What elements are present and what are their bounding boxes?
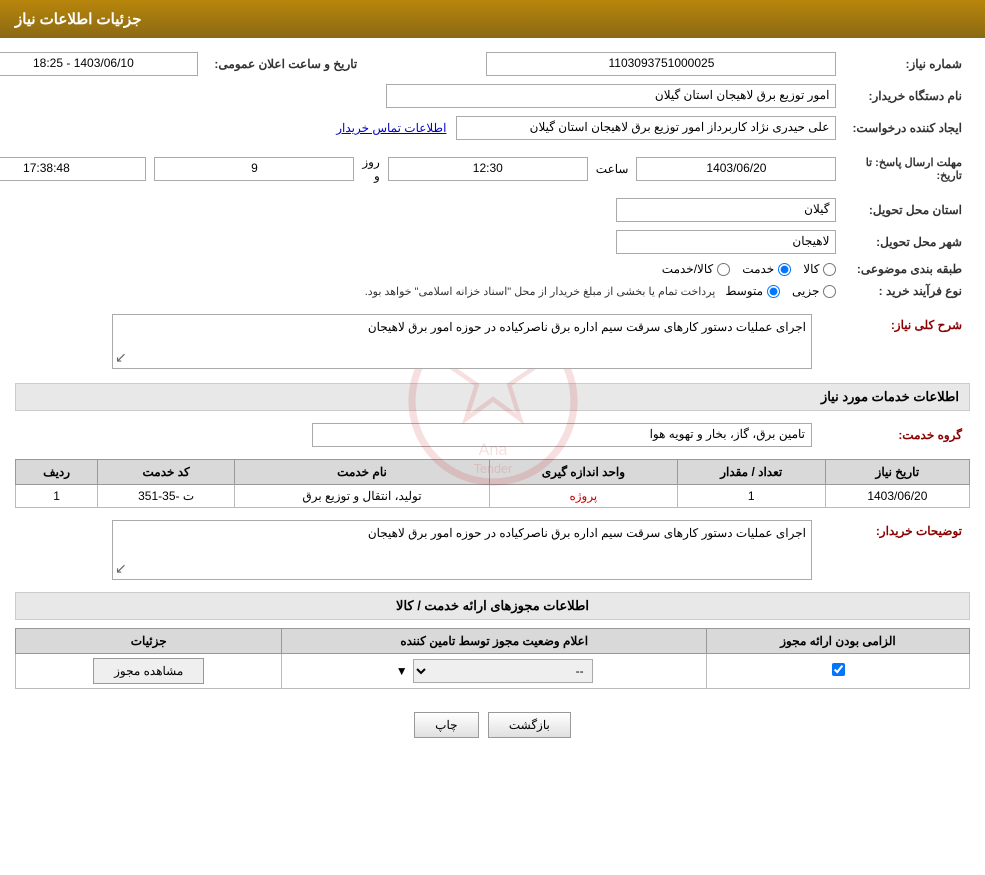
- radif-cell: 1: [16, 485, 98, 508]
- nooe-farayand-label: نوع فرآیند خرید :: [844, 280, 970, 302]
- permissions-row: -- ▼ مشاهده مجوز: [16, 654, 970, 689]
- services-table: تاریخ نیاز تعداد / مقدار واحد اندازه گیر…: [15, 459, 970, 508]
- shahr-label: شهر محل تحویل:: [844, 226, 970, 258]
- main-info-table: شماره نیاز: 1103093751000025 تاریخ و ساع…: [0, 48, 970, 302]
- shahr-value: لاهیجان: [616, 230, 836, 254]
- sharh-koli-label: شرح کلی نیاز:: [820, 310, 970, 373]
- col-joziyat: جزئیات: [16, 629, 282, 654]
- dropdown-arrow-icon: ▼: [396, 664, 408, 678]
- mohlat-rooz-value: 9: [154, 157, 354, 181]
- tabaqe-kala-khedmat-option[interactable]: کالا/خدمت: [662, 262, 730, 276]
- etelaat-tamas-link[interactable]: اطلاعات تماس خریدار: [336, 121, 446, 135]
- nooe-jozi-label: جزیی: [792, 284, 819, 298]
- joziyat-cell: مشاهده مجوز: [16, 654, 282, 689]
- tabaqe-kala-label: کالا: [803, 262, 819, 276]
- mohlat-rooz-label: روز و: [362, 155, 379, 183]
- nooe-jozi-radio[interactable]: [823, 285, 836, 298]
- table-row: 1403/06/20 1 پروژه تولید، انتقال و توزیع…: [16, 485, 970, 508]
- elam-cell: -- ▼: [282, 654, 707, 689]
- tarikh-value: 1403/06/10 - 18:25: [0, 52, 198, 76]
- tabaqe-khedmat-option[interactable]: خدمت: [742, 262, 791, 276]
- tozihat-value: اجرای عملیات دستور کارهای سرقت سیم اداره…: [112, 520, 812, 580]
- print-button[interactable]: چاپ: [414, 712, 478, 738]
- tabaqe-khedmat-label: خدمت: [742, 262, 774, 276]
- nooe-motavaset-label: متوسط: [725, 284, 763, 298]
- page-header: جزئیات اطلاعات نیاز: [0, 0, 985, 38]
- etelaat-khedamat-title: اطلاعات خدمات مورد نیاز: [15, 383, 970, 411]
- mojavez-section-title: اطلاعات مجوزهای ارائه خدمت / کالا: [15, 592, 970, 620]
- gorooh-khedmat-value: تامین برق، گاز، بخار و تهویه هوا: [312, 423, 812, 447]
- gorooh-khedmat-label: گروه خدمت:: [820, 419, 970, 451]
- tabaqe-kala-radio[interactable]: [823, 263, 836, 276]
- tabaqe-kala-khedmat-label: کالا/خدمت: [662, 262, 713, 276]
- elam-select[interactable]: --: [413, 659, 593, 683]
- ostan-value: گیلان: [616, 198, 836, 222]
- nooe-farayand-radio-group: جزیی متوسط: [725, 284, 836, 298]
- name-dastgah-label: نام دستگاه خریدار:: [844, 80, 970, 112]
- tabaqe-kala-option[interactable]: کالا: [803, 262, 836, 276]
- sharh-koli-value: اجرای عملیات دستور کارهای سرقت سیم اداره…: [112, 314, 812, 369]
- code-khedmat-cell: ت -35-351: [98, 485, 235, 508]
- col-name-khedmat: نام خدمت: [235, 460, 490, 485]
- header-title: جزئیات اطلاعات نیاز: [15, 11, 142, 28]
- col-tarikh: تاریخ نیاز: [825, 460, 969, 485]
- moshahedeh-mojavez-button[interactable]: مشاهده مجوز: [93, 658, 204, 684]
- name-khedmat-cell: تولید، انتقال و توزیع برق: [235, 485, 490, 508]
- tabaqe-radio-group: کالا خدمت کالا/خدمت: [0, 262, 836, 276]
- mohlat-time: 12:30: [388, 157, 588, 181]
- col-elam: اعلام وضعیت مجوز توسط تامین کننده: [282, 629, 707, 654]
- tozihat-label: توضیحات خریدار:: [820, 516, 970, 584]
- sharh-koli-table: شرح کلی نیاز: اجرای عملیات دستور کارهای …: [15, 310, 970, 373]
- vahed-cell: پروژه: [490, 485, 678, 508]
- tozihat-table: توضیحات خریدار: اجرای عملیات دستور کارها…: [15, 516, 970, 584]
- tarikh-label: تاریخ و ساعت اعلان عمومی:: [206, 48, 365, 80]
- back-button[interactable]: بازگشت: [488, 712, 571, 738]
- col-elzam: الزامی بودن ارائه مجوز: [707, 629, 970, 654]
- col-vahed: واحد اندازه گیری: [490, 460, 678, 485]
- ijad-konande-value: علی حیدری نژاد کاربرداز امور توزیع برق ل…: [456, 116, 836, 140]
- tedad-cell: 1: [677, 485, 825, 508]
- permissions-table: الزامی بودن ارائه مجوز اعلام وضعیت مجوز …: [15, 628, 970, 689]
- gorooh-khedmat-table: گروه خدمت: تامین برق، گاز، بخار و تهویه …: [15, 419, 970, 451]
- elzam-checkbox-cell: [707, 654, 970, 689]
- col-radif: ردیف: [16, 460, 98, 485]
- nooe-note: پرداخت تمام یا بخشی از مبلغ خریدار از مح…: [365, 285, 716, 298]
- mohlat-saat-value: 17:38:48: [0, 157, 146, 181]
- mohlat-date: 1403/06/20: [636, 157, 836, 181]
- tarikh-cell: 1403/06/20: [825, 485, 969, 508]
- ijad-konande-label: ایجاد کننده درخواست:: [844, 112, 970, 144]
- tabaqe-khedmat-radio[interactable]: [778, 263, 791, 276]
- col-code-khedmat: کد خدمت: [98, 460, 235, 485]
- nooe-motavaset-option[interactable]: متوسط: [725, 284, 780, 298]
- tabaqe-label: طبقه بندی موضوعی:: [844, 258, 970, 280]
- elzam-checkbox[interactable]: [832, 663, 845, 676]
- name-dastgah-value: امور توزیع برق لاهیجان استان گیلان: [386, 84, 836, 108]
- nooe-motavaset-radio[interactable]: [767, 285, 780, 298]
- col-tedad: تعداد / مقدار: [677, 460, 825, 485]
- mohlat-time-label: ساعت: [596, 162, 629, 176]
- mohlat-label: مهلت ارسال پاسخ: تا تاریخ:: [844, 144, 970, 194]
- shomara-niaz-value: 1103093751000025: [486, 52, 836, 76]
- nooe-jozi-option[interactable]: جزیی: [792, 284, 836, 298]
- tabaqe-kala-khedmat-radio[interactable]: [717, 263, 730, 276]
- footer-buttons: بازگشت چاپ: [15, 697, 970, 753]
- ostan-label: استان محل تحویل:: [844, 194, 970, 226]
- shomara-niaz-label: شماره نیاز:: [844, 48, 970, 80]
